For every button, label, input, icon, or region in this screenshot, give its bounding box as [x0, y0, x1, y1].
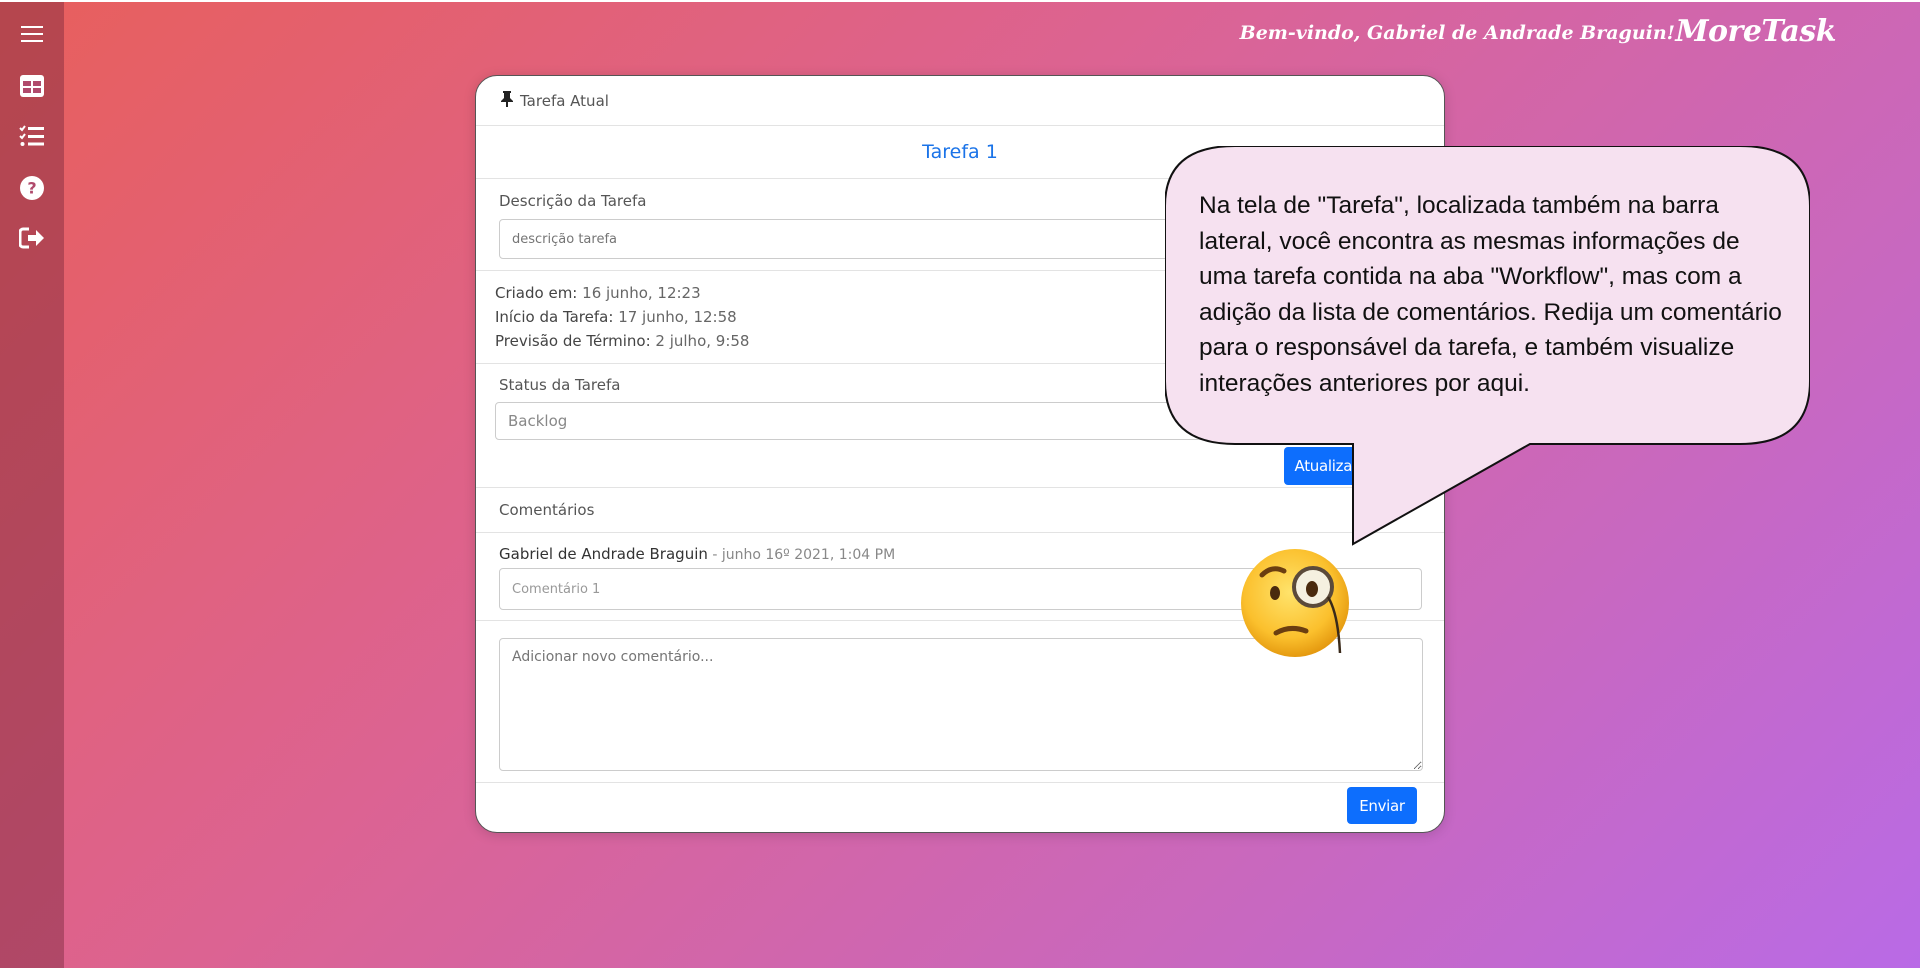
comment-author: Gabriel de Andrade Braguin — [499, 545, 708, 563]
svg-text:?: ? — [27, 179, 36, 198]
description-input[interactable] — [499, 219, 1209, 259]
brand-logo[interactable]: MoreTask — [1675, 14, 1836, 49]
callout-text: Na tela de "Tarefa", localizada também n… — [1199, 192, 1782, 397]
comment-date: - junho 16º 2021, 1:04 PM — [707, 547, 896, 563]
task-list-icon[interactable] — [18, 122, 46, 150]
pin-icon — [501, 90, 513, 111]
status-label: Status da Tarefa — [499, 376, 621, 394]
start-date-row: Início da Tarefa: 17 junho, 12:58 — [495, 308, 737, 326]
top-border — [0, 0, 1920, 2]
menu-icon[interactable] — [18, 20, 46, 48]
sidebar: ? — [0, 2, 64, 968]
comments-label: Comentários — [499, 501, 595, 519]
end-forecast-row: Previsão de Término: 2 julho, 9:58 — [495, 332, 750, 350]
description-label: Descrição da Tarefa — [499, 192, 647, 210]
welcome-message: Bem-vindo, Gabriel de Andrade Braguin! — [1239, 22, 1675, 44]
tutorial-callout: Na tela de "Tarefa", localizada também n… — [1165, 146, 1810, 546]
dashboard-table-icon[interactable] — [18, 72, 46, 100]
help-icon[interactable]: ? — [18, 174, 46, 202]
card-header: Tarefa Atual — [476, 76, 1444, 126]
created-at-row: Criado em: 16 junho, 12:23 — [495, 284, 701, 302]
monocle-face-emoji — [1240, 545, 1355, 660]
send-button[interactable]: Enviar — [1347, 787, 1417, 824]
logout-icon[interactable] — [18, 224, 46, 252]
card-header-title: Tarefa Atual — [520, 91, 609, 110]
status-selected-value: Backlog — [508, 412, 568, 430]
comment-meta: Gabriel de Andrade Braguin - junho 16º 2… — [499, 545, 895, 563]
